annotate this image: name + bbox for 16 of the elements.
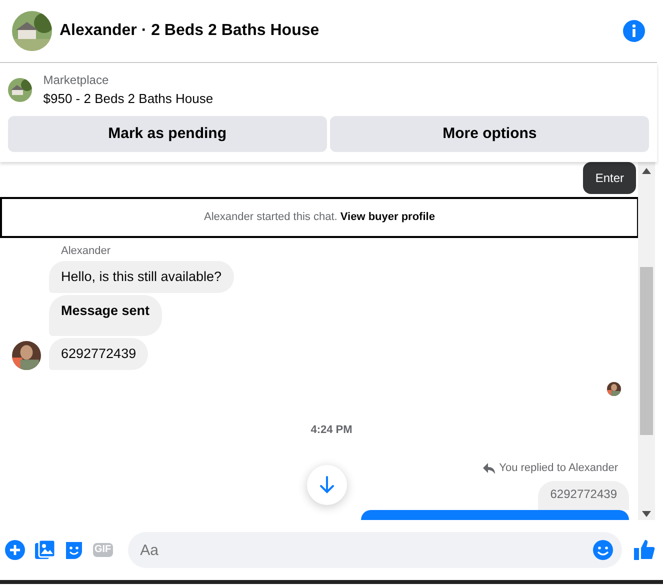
view-profile-link[interactable]: View buyer profile <box>340 211 435 223</box>
tooltip: Enter <box>583 162 636 194</box>
message-bubble: 6292772439 <box>49 338 148 370</box>
chat-notice: Alexander started this chat. View buyer profile <box>0 197 639 238</box>
reply-label: You replied to Alexander <box>499 461 618 476</box>
message-bubble: Message sent <box>49 294 162 336</box>
conversation-title: Alexander · 2 Beds 2 Baths House <box>60 21 320 41</box>
listing-source: Marketplace <box>43 72 110 89</box>
more-options-button[interactable]: More options <box>330 116 649 152</box>
listing-title: $950 - 2 Beds 2 Baths House <box>43 90 214 108</box>
timestamp: 4:24 PM <box>310 424 352 436</box>
quoted-message: 6292772439 <box>538 480 629 510</box>
message-field[interactable]: Aa <box>128 532 622 568</box>
message-bubble: Hello, is this still available? <box>49 261 234 293</box>
mark-pending-button[interactable]: Mark as pending <box>8 116 327 152</box>
sender-name: Alexander <box>60 244 112 258</box>
